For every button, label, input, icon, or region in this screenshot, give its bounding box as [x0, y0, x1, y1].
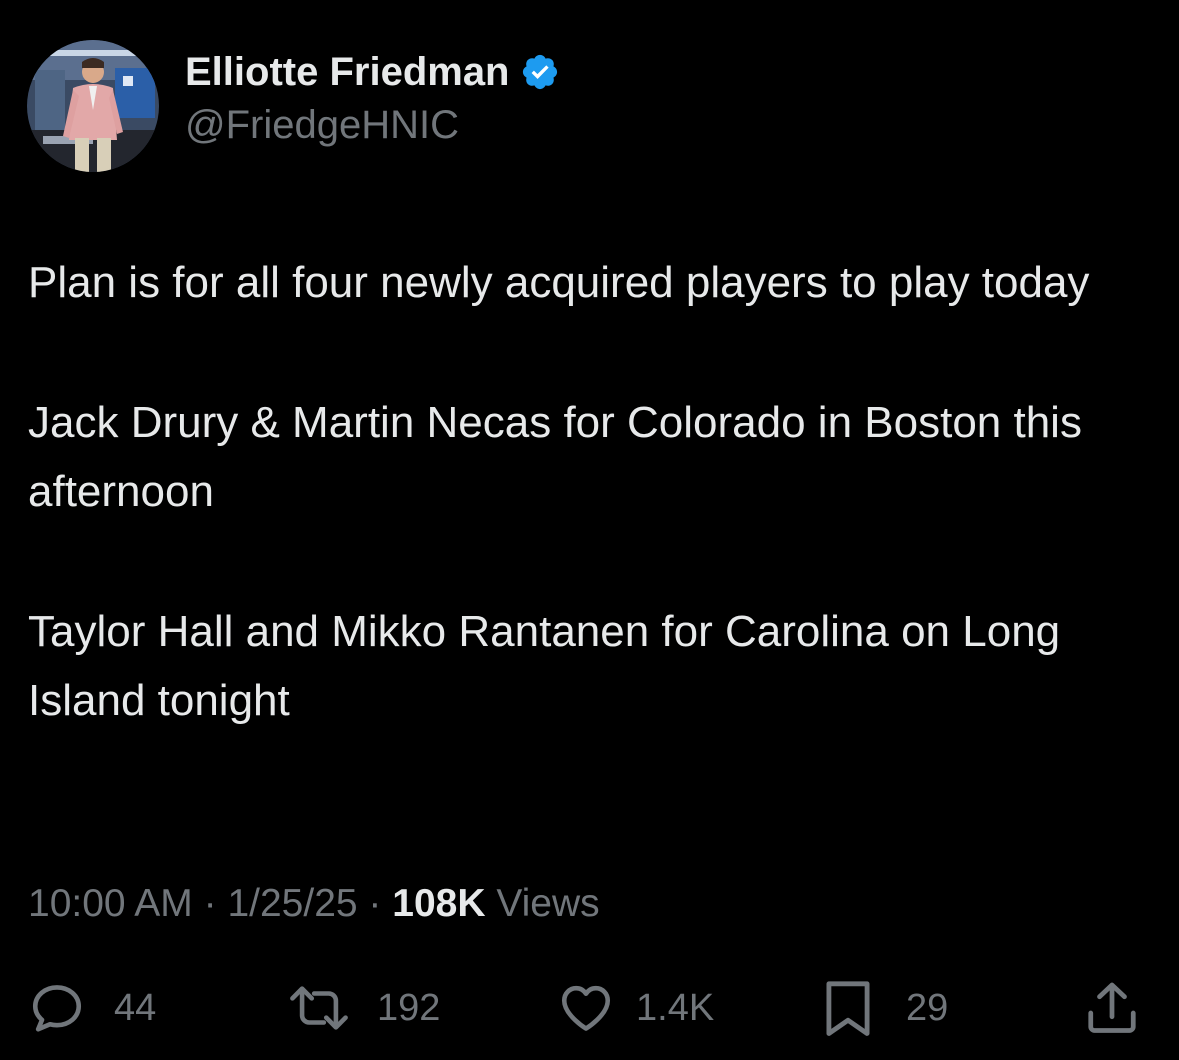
reply-icon — [28, 979, 86, 1037]
handle[interactable]: @FriedgeHNIC — [185, 100, 560, 150]
name-row: Elliotte Friedman — [185, 48, 560, 96]
tweet-paragraph: Plan is for all four newly acquired play… — [28, 258, 1090, 307]
tweet-date[interactable]: 1/25/25 — [227, 882, 357, 925]
meta-separator: · — [357, 882, 393, 925]
repost-button[interactable]: 192 — [287, 976, 440, 1040]
action-bar: 44 192 1.4K 29 — [0, 976, 1179, 1040]
bookmark-button[interactable]: 29 — [820, 976, 948, 1040]
reply-button[interactable]: 44 — [28, 976, 156, 1040]
author-names: Elliotte Friedman @FriedgeHNIC — [185, 48, 560, 150]
views-label[interactable]: Views — [496, 882, 599, 925]
display-name[interactable]: Elliotte Friedman — [185, 48, 510, 96]
avatar[interactable] — [27, 40, 159, 172]
like-count: 1.4K — [636, 987, 715, 1029]
share-button[interactable] — [1082, 976, 1142, 1040]
repost-icon — [287, 979, 351, 1037]
bookmark-icon — [820, 977, 876, 1039]
heart-icon — [556, 979, 616, 1037]
tweet-paragraph: Taylor Hall and Mikko Rantanen for Carol… — [28, 607, 1061, 725]
like-button[interactable]: 1.4K — [556, 976, 714, 1040]
reply-count: 44 — [114, 987, 157, 1029]
tweet-meta: 10:00 AM · 1/25/25 · 108K Views — [28, 878, 600, 930]
tweet-text: Plan is for all four newly acquired play… — [28, 248, 1158, 735]
views-count[interactable]: 108K — [392, 882, 485, 925]
tweet-time[interactable]: 10:00 AM — [28, 882, 193, 925]
bookmark-count: 29 — [906, 987, 949, 1029]
meta-separator: · — [192, 882, 228, 925]
verified-badge-icon[interactable] — [520, 52, 560, 92]
repost-count: 192 — [377, 987, 441, 1029]
tweet-header: Elliotte Friedman @FriedgeHNIC — [27, 40, 560, 172]
tweet-paragraph: Jack Drury & Martin Necas for Colorado i… — [28, 398, 1082, 516]
share-icon — [1082, 978, 1142, 1038]
